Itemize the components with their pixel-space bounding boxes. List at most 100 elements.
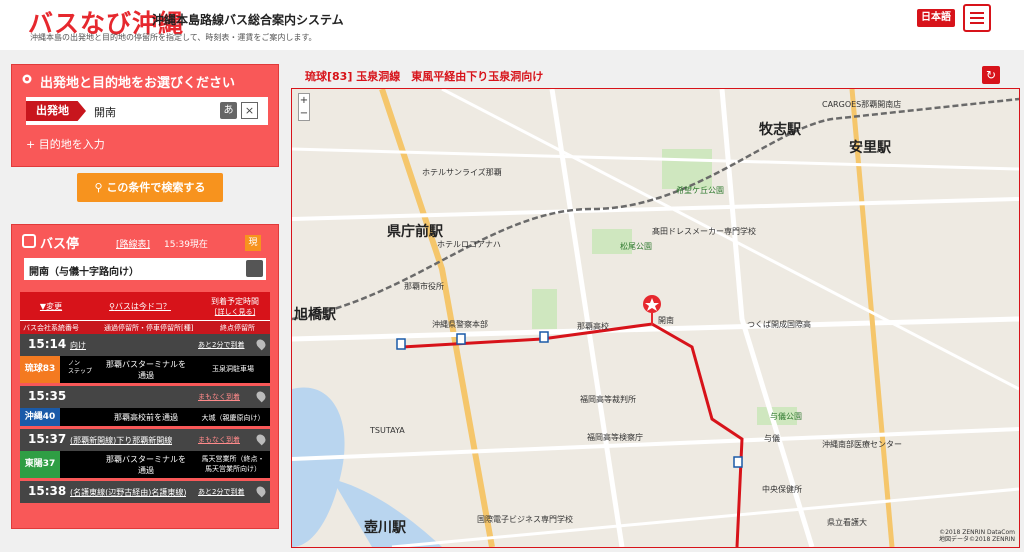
- filter-row: ▼変更 ⚲バスは今ドコ？ 到着予定時間 [詳しく見る]: [20, 292, 270, 320]
- change-button[interactable]: ▼変更: [20, 301, 82, 312]
- reload-icon[interactable]: ↻: [982, 66, 1000, 84]
- where-now-link[interactable]: ⚲バスは今ドコ？: [90, 301, 190, 312]
- route-map[interactable]: + − 県庁前駅 牧志駅 安里駅 壺川駅 旭橋駅 那覇市役所 沖縄県警察本部 福…: [291, 88, 1020, 548]
- bus-stop-title: バス停: [40, 237, 80, 252]
- location-pin-icon[interactable]: [254, 484, 268, 498]
- zoom-in-button[interactable]: +: [299, 94, 309, 107]
- map-label: ホテルサンライズ那覇: [422, 168, 502, 177]
- map-label: 那覇市役所: [404, 282, 444, 291]
- via-text: 那覇高校前を通過: [114, 413, 178, 422]
- departure-item[interactable]: 15:37 (那覇新開線)下り那覇新開線 まもなく到着 東陽37 那覇バスターミ…: [20, 429, 270, 478]
- departure-time: 15:37: [28, 432, 67, 446]
- column-company-route: バス会社系統番号: [23, 324, 79, 332]
- search-title: 出発地と目的地をお選びください: [40, 76, 236, 91]
- map-label: 中央保健所: [762, 485, 802, 494]
- via-text: 那覇バスターミナルを 通過: [106, 455, 186, 475]
- map-base: [292, 89, 1019, 547]
- departure-item[interactable]: 15:38 (名護東線(辺野古経由)名護東線) あと2分で到着: [20, 481, 270, 503]
- pin-icon: [22, 74, 32, 84]
- via-text: 那覇バスターミナルを 通過: [106, 360, 186, 380]
- search-button-label: この条件で検索する: [106, 181, 206, 194]
- column-header: バス会社系統番号 通過停留所・停車停留所[種] 終点停留所: [20, 320, 270, 334]
- zoom-control[interactable]: + −: [298, 93, 310, 121]
- kana-button[interactable]: あ: [220, 102, 237, 119]
- column-via: 通過停留所・停車停留所[種]: [104, 324, 194, 332]
- departure-status[interactable]: まもなく到着: [198, 392, 240, 402]
- departure-time: 15:38: [28, 484, 67, 498]
- bus-icon: [22, 234, 36, 248]
- terminal-text: 大城（親慶原向け）: [201, 414, 265, 422]
- search-panel: 出発地と目的地をお選びください 出発地 開南 あ × + 目的地を入力: [11, 64, 279, 167]
- map-label: ホテルロコアナハ: [437, 240, 501, 249]
- terminal-text: 馬天営業所（終点・ 馬天営業所向け）: [201, 455, 265, 473]
- destination-link-label: 目的地を入力: [38, 138, 105, 151]
- route-title: 琉球[83] 玉泉洞線 東風平経由下り玉泉洞向け: [305, 70, 544, 83]
- site-subtitle: 沖縄本島路線バス総合案内システム: [152, 13, 344, 27]
- clear-button[interactable]: ×: [241, 102, 258, 119]
- map-label: 福岡高等検察庁: [587, 433, 643, 442]
- route-badge: 東陽37: [20, 451, 60, 478]
- map-label: 松尾公園: [620, 242, 652, 251]
- map-label: 沖縄県警察本部: [432, 320, 488, 329]
- hamburger-icon[interactable]: [963, 4, 991, 32]
- location-pin-icon[interactable]: [254, 432, 268, 446]
- route-map-link[interactable]: [路線表]: [116, 237, 150, 250]
- departure-item[interactable]: 15:35 まもなく到着 沖縄40 那覇高校前を通過 大城（親慶原向け）: [20, 386, 270, 426]
- site-description: 沖縄本島の出発地と目的地の停留所を指定して、時刻表・運賃をご案内します。: [30, 33, 317, 42]
- map-label: 開南: [658, 316, 674, 325]
- map-label: 福岡高等裁判所: [580, 395, 636, 404]
- accessibility-icon[interactable]: [246, 260, 263, 277]
- header: バスなび沖縄 沖縄本島路線バス総合案内システム 沖縄本島の出発地と目的地の停留所…: [0, 0, 1024, 50]
- language-button[interactable]: 日本語: [917, 9, 955, 27]
- map-label: 与儀: [764, 434, 780, 443]
- route-badge: 琉球83: [20, 356, 60, 383]
- stop-name-field[interactable]: 開南（与儀十字路向け）: [24, 258, 266, 280]
- current-time: 15:39現在: [164, 240, 208, 250]
- origin-label: 出発地: [26, 101, 86, 121]
- location-pin-icon[interactable]: [254, 337, 268, 351]
- map-label: 国際電子ビジネス専門学校: [477, 515, 573, 524]
- departure-direction[interactable]: (名護東線(辺野古経由)名護東線): [70, 487, 186, 498]
- map-label: 壺川駅: [364, 520, 406, 536]
- departure-list: 15:14 向け あと2分で到着 琉球83 ノン ステップ 那覇バスターミナルを通…: [20, 334, 270, 506]
- zoom-out-button[interactable]: −: [299, 107, 309, 120]
- map-label: 希望ケ丘公園: [676, 186, 724, 195]
- origin-input[interactable]: 開南: [94, 104, 116, 120]
- map-label: つくば開成国際高: [747, 320, 811, 329]
- route-badge: 沖縄40: [20, 408, 60, 426]
- bus-stop-panel: バス停 [路線表] 15:39現在 現 開南（与儀十字路向け） ▼変更 ⚲バスは…: [11, 224, 279, 529]
- departure-direction[interactable]: 向け: [70, 340, 86, 351]
- terminal-text: 玉泉洞駐車場: [212, 365, 254, 373]
- map-label: 安里駅: [849, 140, 891, 156]
- map-label: 旭橋駅: [294, 307, 336, 323]
- search-button[interactable]: ⚲ この条件で検索する: [77, 173, 223, 202]
- departure-status[interactable]: まもなく到着: [198, 435, 240, 445]
- departure-item[interactable]: 15:14 向け あと2分で到着 琉球83 ノン ステップ 那覇バスターミナルを通…: [20, 334, 270, 383]
- arrival-details-link[interactable]: [詳しく見る]: [200, 307, 270, 317]
- map-label: 県立看護大: [827, 518, 867, 527]
- departure-status[interactable]: あと2分で到着: [198, 340, 244, 350]
- column-terminal: 終点停留所: [220, 324, 255, 332]
- location-pin-icon[interactable]: [254, 389, 268, 403]
- map-label: 沖縄南部医療センター: [822, 440, 902, 449]
- map-label: 与儀公園: [770, 412, 802, 421]
- map-label: CARGOES那覇開南店: [822, 100, 902, 109]
- map-label: 牧志駅: [759, 122, 801, 138]
- where-now-label: バスは今ドコ？: [114, 302, 171, 311]
- origin-field[interactable]: 出発地 開南 あ ×: [26, 97, 268, 125]
- search-icon: ⚲: [94, 181, 107, 194]
- departure-time: 15:35: [28, 389, 67, 403]
- departure-time: 15:14: [28, 337, 67, 351]
- stop-name: 開南（与儀十字路向け）: [29, 267, 139, 278]
- departure-status[interactable]: あと2分で到着: [198, 487, 244, 497]
- plus-icon: +: [26, 138, 36, 151]
- map-label: TSUTAYA: [370, 426, 405, 435]
- destination-link[interactable]: + 目的地を入力: [26, 136, 105, 152]
- map-label: 那覇高校: [577, 322, 609, 331]
- departure-direction[interactable]: (那覇新開線)下り那覇新開線: [70, 435, 172, 446]
- map-copyright: ©2018 ZENRIN DataCom 地図データ©2018 ZENRIN: [939, 529, 1015, 543]
- map-label: 髙田ドレスメーカー専門学校: [652, 227, 756, 236]
- current-badge: 現: [245, 235, 261, 251]
- map-label: 県庁前駅: [387, 224, 443, 240]
- non-step-label: ノン ステップ: [68, 360, 93, 375]
